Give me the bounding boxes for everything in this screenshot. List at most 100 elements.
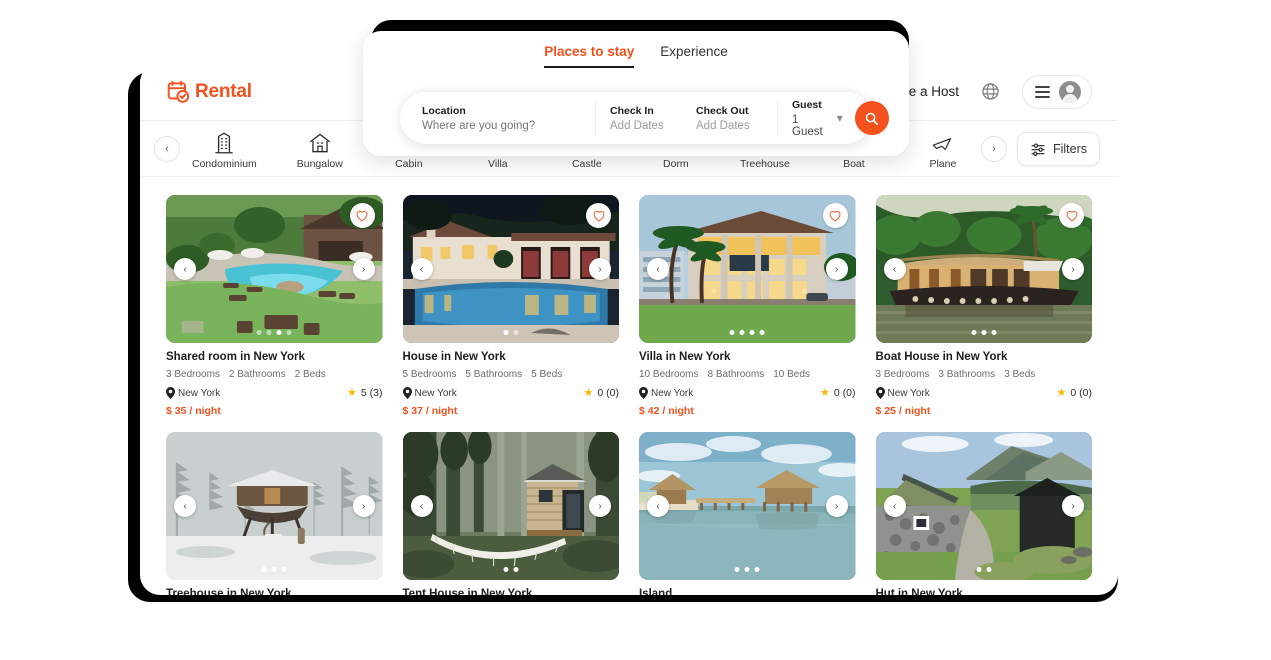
listing-card[interactable]: ‹ › House in New York 5 Bedrooms 5 Bathr… [402, 195, 619, 417]
carousel-next-button[interactable]: › [352, 258, 375, 280]
category-item-condominium[interactable]: Condominium [192, 130, 257, 176]
favorite-button[interactable] [822, 203, 848, 228]
listing-image-carousel[interactable]: ‹ › [875, 195, 1092, 343]
carousel-dot[interactable] [256, 330, 262, 335]
carousel-prev-button[interactable]: ‹ [410, 495, 433, 517]
carousel-dot[interactable] [981, 330, 987, 335]
favorite-button[interactable] [586, 203, 611, 228]
category-prev-button[interactable]: ‹ [154, 135, 180, 162]
carousel-dot[interactable] [281, 567, 287, 572]
globe-icon[interactable] [981, 82, 1000, 101]
chevron-down-icon[interactable]: ▾ [837, 111, 843, 125]
carousel-dot[interactable] [729, 330, 735, 335]
guest-value[interactable]: 1 Guest [792, 114, 823, 138]
listing-card[interactable]: ‹ › Treehouse in New York 2 Bedrooms 1 B… [166, 432, 383, 595]
carousel-dots [503, 330, 519, 335]
carousel-next-button[interactable]: › [1062, 495, 1084, 517]
carousel-next-button[interactable]: › [589, 495, 611, 517]
carousel-dot[interactable] [266, 330, 272, 335]
become-a-host-link[interactable]: e a Host [909, 84, 959, 99]
listing-card[interactable]: ‹ › Shared room in New York 3 Bedrooms 2… [166, 195, 383, 417]
tab-places-to-stay[interactable]: Places to stay [544, 44, 635, 68]
carousel-prev-button[interactable]: ‹ [174, 495, 196, 517]
guest-field[interactable]: Guest 1 Guest [778, 99, 837, 138]
carousel-dot[interactable] [976, 567, 982, 572]
brand-logo[interactable]: Rental [166, 79, 252, 105]
carousel-dot[interactable] [503, 567, 509, 572]
listing-card[interactable]: ‹ › Hut in New York 1 Bedrooms 1 Bathroo… [875, 432, 1092, 595]
carousel-dot[interactable] [503, 330, 509, 335]
listing-image-carousel[interactable]: ‹ › [875, 432, 1092, 580]
listing-image-carousel[interactable]: ‹ › [639, 195, 856, 343]
carousel-next-button[interactable]: › [352, 495, 375, 517]
location-input[interactable] [422, 119, 581, 132]
category-label: Villa [488, 158, 508, 170]
account-menu-button[interactable] [1022, 74, 1092, 109]
listing-image-carousel[interactable]: ‹ › [166, 432, 383, 580]
carousel-dot[interactable] [513, 567, 519, 572]
listing-image-carousel[interactable]: ‹ › [402, 195, 619, 343]
carousel-prev-button[interactable]: ‹ [174, 258, 196, 280]
carousel-dot[interactable] [991, 330, 997, 335]
listing-specs: 10 Bedrooms 8 Bathrooms 10 Beds [639, 369, 856, 380]
stone-turf-huts-image [875, 432, 1092, 580]
carousel-dot[interactable] [276, 330, 282, 335]
carousel-dot[interactable] [754, 567, 760, 572]
carousel-dot[interactable] [286, 330, 292, 335]
listing-title: Treehouse in New York [166, 588, 292, 595]
listing-specs: 3 Bedrooms 3 Bathrooms 3 Beds [876, 369, 1093, 380]
listing-image-carousel[interactable]: ‹ › [639, 432, 856, 580]
carousel-dot[interactable] [749, 330, 755, 335]
carousel-prev-button[interactable]: ‹ [647, 495, 669, 517]
carousel-dot[interactable] [986, 567, 992, 572]
carousel-prev-button[interactable]: ‹ [410, 258, 433, 280]
listing-card[interactable]: ‹ › Boat House in New York 3 Bedrooms 3 … [875, 195, 1093, 417]
search-button[interactable] [854, 101, 889, 135]
listing-location-label: New York [178, 387, 221, 399]
carousel-dot[interactable] [734, 567, 740, 572]
carousel-next-button[interactable]: › [589, 258, 611, 280]
carousel-dot[interactable] [739, 330, 745, 335]
filters-button[interactable]: Filters [1016, 131, 1100, 166]
carousel-prev-button[interactable]: ‹ [883, 495, 906, 517]
location-field[interactable]: Location [400, 101, 596, 135]
check-out-value[interactable]: Add Dates [696, 120, 763, 132]
listing-image-carousel[interactable]: ‹ › [166, 195, 383, 343]
favorite-button[interactable] [349, 203, 375, 228]
listing-rating: ★ 0 (0) [1057, 387, 1092, 399]
category-label: Bungalow [296, 158, 343, 170]
check-in-value[interactable]: Add Dates [610, 120, 668, 132]
listing-card[interactable]: ‹ › Villa in New York 10 Bedrooms 8 Bath… [639, 195, 856, 417]
category-next-button[interactable]: › [980, 135, 1007, 162]
listing-rating: ★ 5 (3) [347, 387, 382, 399]
carousel-prev-button[interactable]: ‹ [647, 258, 669, 280]
carousel-next-button[interactable]: › [825, 495, 848, 517]
category-item-plane[interactable]: Plane [917, 130, 969, 176]
listing-location: New York [402, 387, 457, 399]
check-in-field[interactable]: Check In Add Dates [596, 101, 682, 135]
carousel-dot[interactable] [261, 567, 267, 572]
favorite-button[interactable] [1059, 203, 1084, 228]
star-icon: ★ [820, 386, 830, 399]
carousel-dots [256, 330, 292, 335]
calendar-check-icon [167, 80, 190, 103]
carousel-dot[interactable] [271, 567, 277, 572]
listing-card[interactable]: ‹ › Island 2 Bedrooms 2 Bathrooms 2 Beds [639, 432, 856, 595]
listing-image-carousel[interactable]: ‹ › [402, 432, 619, 580]
search-icon [865, 112, 879, 125]
listing-bathrooms: 5 Bathrooms [465, 369, 523, 380]
category-item-bungalow[interactable]: Bungalow [294, 130, 346, 176]
carousel-next-button[interactable]: › [825, 258, 848, 280]
heart-icon [1066, 210, 1077, 222]
carousel-dot[interactable] [971, 330, 977, 335]
tab-experience[interactable]: Experience [660, 44, 728, 68]
listing-title: Island [639, 588, 673, 595]
carousel-next-button[interactable]: › [1062, 258, 1084, 280]
carousel-prev-button[interactable]: ‹ [883, 258, 906, 280]
check-out-field[interactable]: Check Out Add Dates [682, 101, 778, 135]
listing-card[interactable]: ‹ › Tent House in New York 1 Bedrooms 1 … [402, 432, 619, 595]
listing-bedrooms: 5 Bedrooms [402, 369, 457, 380]
carousel-dot[interactable] [744, 567, 750, 572]
carousel-dot[interactable] [759, 330, 765, 335]
carousel-dot[interactable] [513, 330, 519, 335]
